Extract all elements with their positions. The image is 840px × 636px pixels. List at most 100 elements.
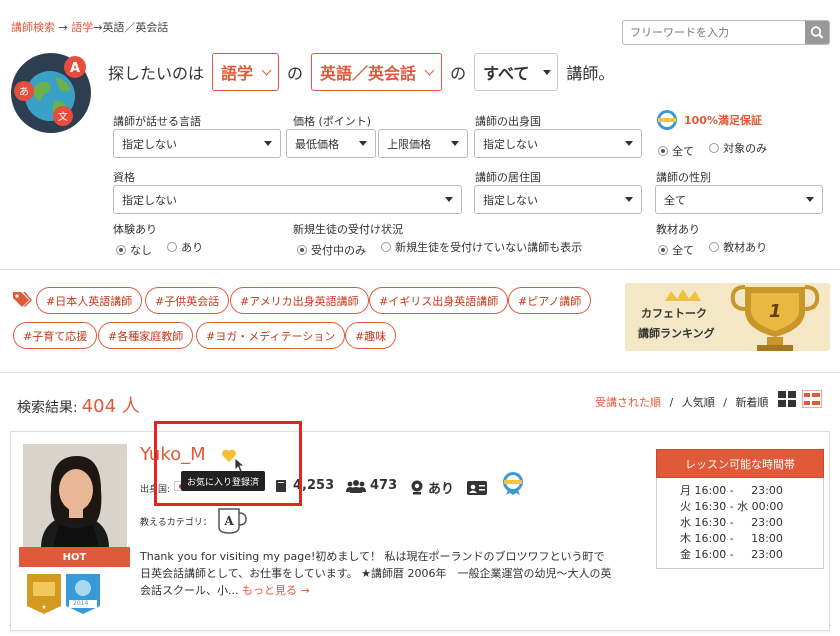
accepting-only-radio[interactable]: 受付中のみ <box>297 242 366 258</box>
divider <box>0 269 840 270</box>
qualification-label: 資格 <box>113 171 135 184</box>
highlight-box <box>154 421 302 506</box>
dropdown-arrow-icon <box>359 141 367 146</box>
residence-select[interactable]: 指定しない <box>474 185 642 214</box>
chevron-down-icon <box>261 65 272 75</box>
results-number: 404 人 <box>81 396 140 417</box>
search-box <box>622 20 830 45</box>
list-view-icon[interactable] <box>801 389 823 412</box>
tag-chip[interactable]: #子育て応援 <box>13 322 98 349</box>
breadcrumb: 講師検索 → 語学→英語／英会話 <box>11 19 168 35</box>
experience-radios: なし あり <box>116 237 213 258</box>
radio-checked-icon <box>297 245 307 255</box>
sort-options: 受講された順 / 人気順 / 新着順 <box>595 394 768 410</box>
gender-select[interactable]: 全て <box>655 185 823 214</box>
breadcrumb-lang[interactable]: 語学 <box>71 21 93 34</box>
dropdown-arrow-icon <box>806 197 814 202</box>
read-more-link[interactable]: もっと見る → <box>242 584 310 597</box>
sort-separator: / <box>723 396 727 409</box>
headline-suffix: 講師。 <box>566 64 615 83</box>
banner-rank: 1 <box>769 301 782 322</box>
radio-checked-icon <box>658 146 668 156</box>
accepting-radios: 受付中のみ 新規生徒を受付けていない講師も表示 <box>297 237 592 258</box>
category-label: 教えるカテゴリ： <box>140 518 212 528</box>
materials-radios: 全て 教材あり <box>658 237 777 258</box>
students-icon <box>346 479 366 493</box>
price-label: 価格 (ポイント) <box>293 115 372 128</box>
radio-label: 新規生徒を受付けていない講師も表示 <box>395 241 583 254</box>
tag-chip[interactable]: #ヨガ・メディテーション <box>196 322 346 349</box>
experience-none-radio[interactable]: なし <box>116 242 152 258</box>
tutor-description: Thank you for visiting my page!初めまして！ 私は… <box>140 548 615 599</box>
headline-no: の <box>287 64 304 83</box>
subcategory-select[interactable]: 英語／英会話 <box>311 53 443 91</box>
lesson-type-select[interactable]: すべて <box>474 53 559 91</box>
dropdown-arrow-icon <box>264 141 272 146</box>
guarantee-target-radio[interactable]: 対象のみ <box>709 140 767 156</box>
category-value: 語学 <box>221 64 254 83</box>
breadcrumb-home[interactable]: 講師検索 <box>11 21 55 34</box>
hot-badge: HOT <box>19 547 130 567</box>
materials-label: 教材あり <box>656 223 700 236</box>
materials-only-radio[interactable]: 教材あり <box>709 239 767 255</box>
schedule-row: 火 16:30 - 水 00:00 <box>680 500 784 513</box>
language-globe-icon: A あ 文 <box>11 53 91 133</box>
guarantee-label: 100%満足保証 <box>684 114 762 127</box>
guarantee-radios: 全て 対象のみ <box>658 138 777 159</box>
price-min-select[interactable]: 最低価格 <box>286 129 376 158</box>
tag-chip[interactable]: #日本人英語講師 <box>36 287 143 314</box>
category-select[interactable]: 語学 <box>212 53 280 91</box>
student-count: 473 <box>346 478 397 493</box>
guarantee-all-radio[interactable]: 全て <box>658 143 694 159</box>
tag-chip[interactable]: #各種家庭教師 <box>98 322 194 349</box>
sort-taken[interactable]: 受講された順 <box>595 396 661 409</box>
search-input[interactable] <box>623 21 803 44</box>
tag-chip[interactable]: #アメリカ出身英語講師 <box>230 287 369 314</box>
radio-label: なし <box>130 244 152 257</box>
radio-label: 対象のみ <box>723 142 768 155</box>
tag-chip[interactable]: #子供英会話 <box>145 287 230 314</box>
tutor-photo[interactable] <box>23 444 127 548</box>
radio-label: 全て <box>672 145 694 158</box>
gender-label: 講師の性別 <box>656 171 711 184</box>
schedule-title: レッスン可能な時間帯 <box>656 449 824 478</box>
schedule-row: 金 16:00 - 23:00 <box>680 548 783 561</box>
qualification-select[interactable]: 指定しない <box>113 185 462 214</box>
english-category-icon: A <box>216 507 248 539</box>
spoken-lang-select[interactable]: 指定しない <box>113 129 281 158</box>
dropdown-arrow-icon <box>625 141 633 146</box>
materials-all-radio[interactable]: 全て <box>658 242 694 258</box>
search-button[interactable] <box>805 21 829 44</box>
svg-text:★: ★ <box>41 604 46 611</box>
tag-icon <box>12 291 32 313</box>
price-min-value: 最低価格 <box>295 137 339 151</box>
tag-chip[interactable]: #趣味 <box>345 322 397 349</box>
radio-checked-icon <box>658 245 668 255</box>
origin-select[interactable]: 指定しない <box>474 129 642 158</box>
schedule-row: 木 16:00 - 18:00 <box>680 532 783 545</box>
residence-value: 指定しない <box>483 193 538 207</box>
headline-no: の <box>450 64 467 83</box>
breadcrumb-arrow: → <box>58 21 68 34</box>
svg-text:あ: あ <box>19 86 29 98</box>
lesson-type-value: すべて <box>483 64 530 83</box>
experience-yes-radio[interactable]: あり <box>167 239 203 255</box>
divider <box>0 372 840 373</box>
ranking-banner[interactable]: カフェトーク 講師ランキング 1 <box>625 283 830 351</box>
qualification-value: 指定しない <box>122 193 177 207</box>
sort-newest[interactable]: 新着順 <box>735 396 768 409</box>
svg-text:A: A <box>70 61 80 76</box>
radio-label: 全て <box>672 244 694 257</box>
chevron-down-icon <box>424 65 435 75</box>
origin-label: 講師の出身国 <box>475 115 541 128</box>
accepting-all-radio[interactable]: 新規生徒を受付けていない講師も表示 <box>381 239 582 255</box>
sort-popular[interactable]: 人気順 <box>682 396 715 409</box>
price-max-select[interactable]: 上限価格 <box>378 129 468 158</box>
origin-value: 指定しない <box>483 137 538 151</box>
tag-chip[interactable]: #イギリス出身英語講師 <box>369 287 509 314</box>
guarantee-badge-icon <box>657 110 677 130</box>
tag-chip[interactable]: #ピアノ講師 <box>508 287 592 314</box>
subcategory-value: 英語／英会話 <box>320 64 417 83</box>
svg-text:A: A <box>223 514 234 528</box>
grid-view-icon[interactable] <box>778 391 796 411</box>
